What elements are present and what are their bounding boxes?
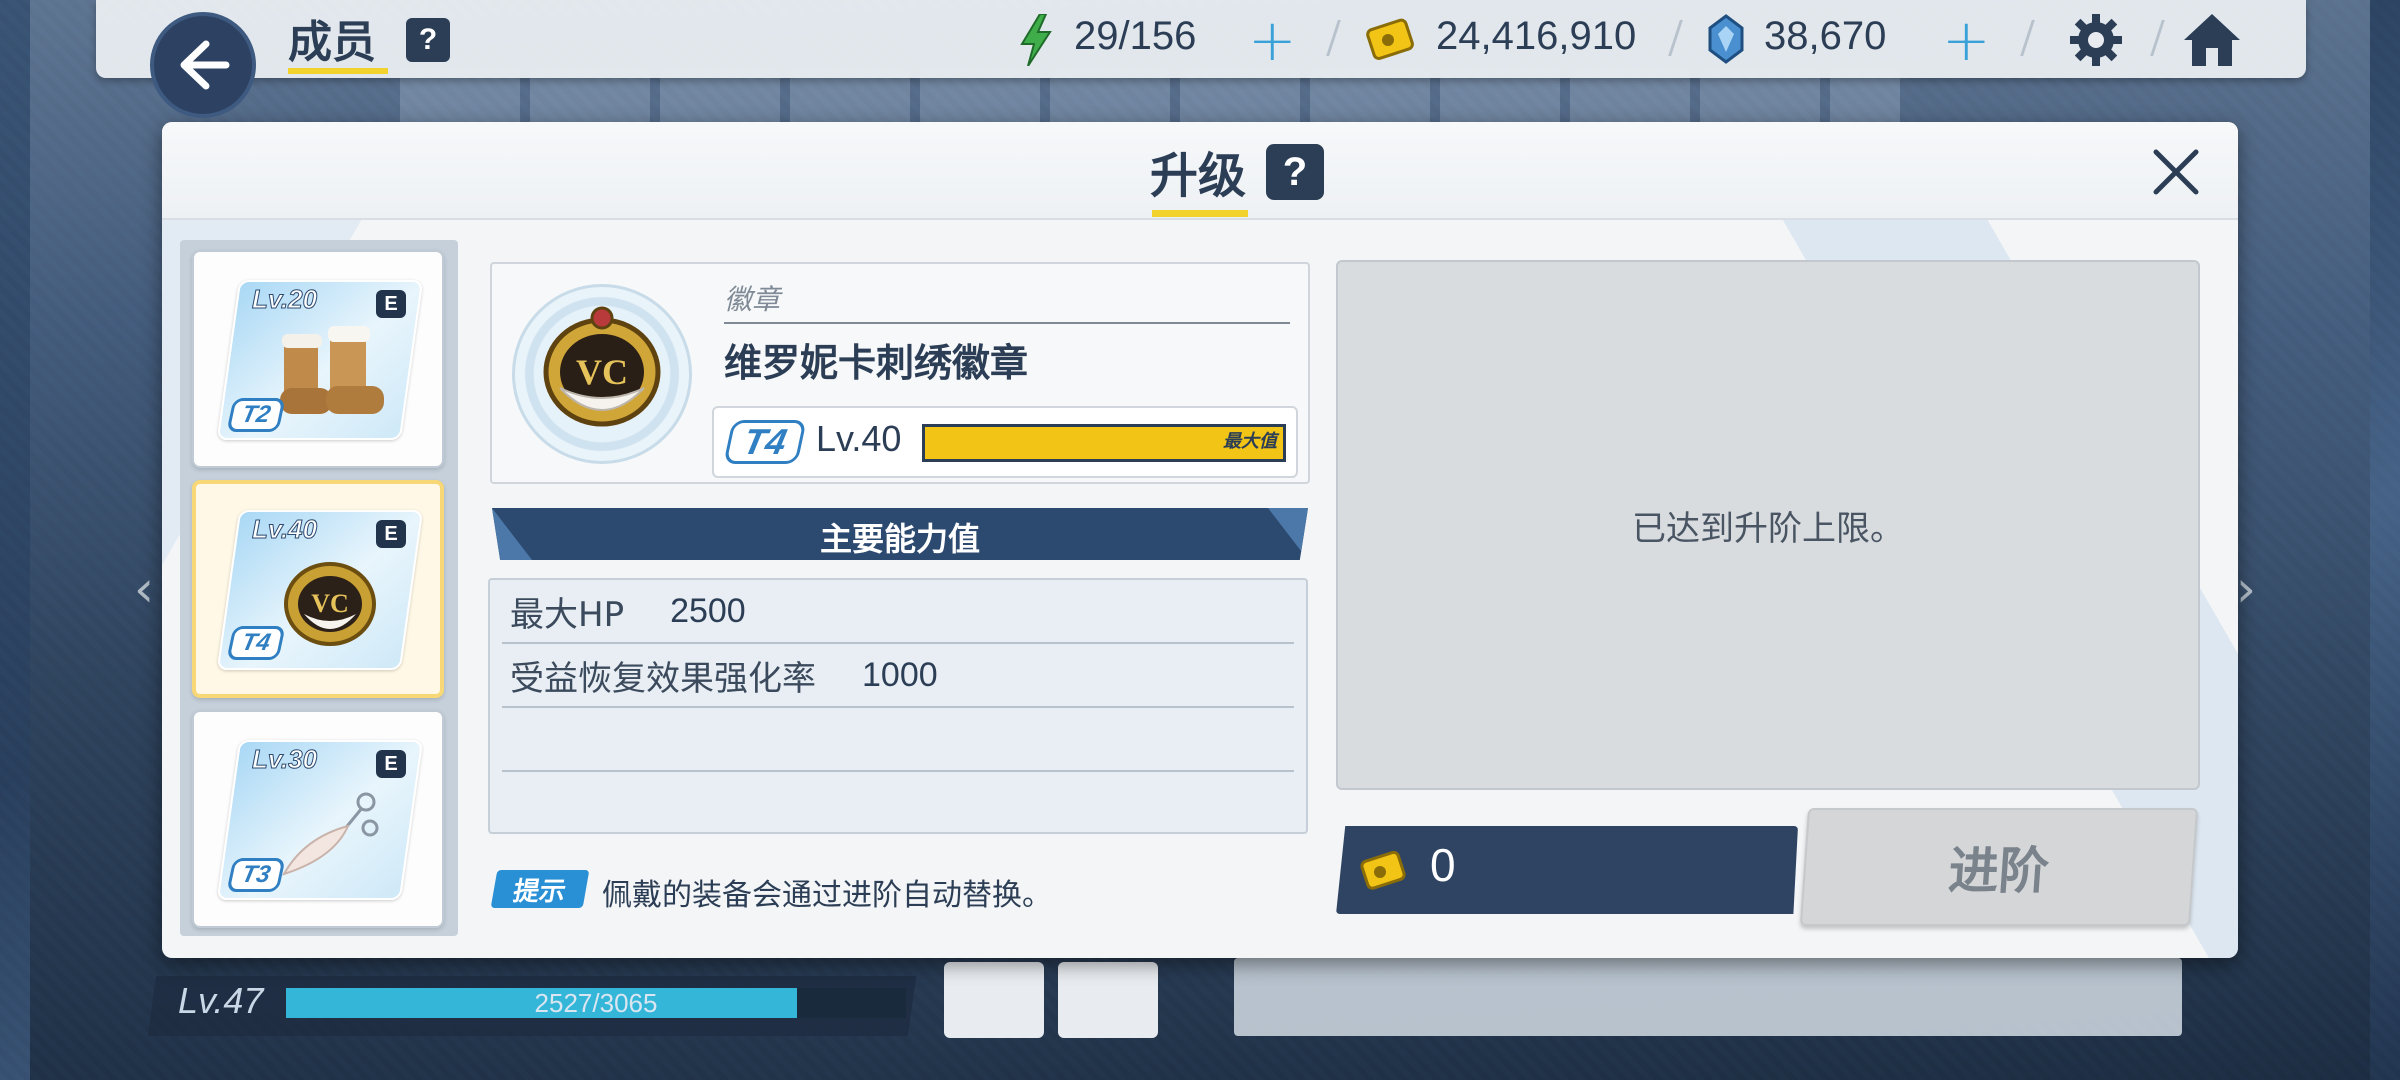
item-name: 维罗妮卡刺绣徽章: [724, 341, 1029, 385]
memo-button[interactable]: [1058, 962, 1158, 1038]
badge-icon: VC: [284, 562, 376, 646]
divider: [724, 322, 1290, 324]
next-member-arrow-icon[interactable]: ›: [2236, 560, 2256, 618]
divider: [1668, 20, 1683, 56]
advance-cost-value: 0: [1430, 839, 1456, 891]
member-level: Lv.47: [178, 980, 264, 1021]
equipment-tier: T4: [226, 626, 286, 660]
stat-name: 最大HP: [510, 594, 625, 635]
close-icon[interactable]: [2146, 142, 2206, 202]
badge-icon: VC: [543, 306, 661, 427]
equipment-list: Lv.20 E T2 Lv.40 E VC T4 Lv.30 E T3: [180, 240, 458, 936]
equipment-tier: T3: [226, 858, 286, 892]
advance-button[interactable]: 进阶: [1799, 808, 2199, 926]
stats-header: 主要能力值: [492, 508, 1308, 560]
advance-cost-box: 0: [1336, 826, 1798, 914]
equipment-slot-boots[interactable]: Lv.20 E T2: [192, 250, 444, 468]
stats-title: 主要能力值: [819, 520, 980, 558]
stat-value: 1000: [862, 655, 938, 694]
feather-charm-icon: [281, 792, 379, 876]
gem-plus-button[interactable]: +: [1942, 10, 1991, 70]
item-category: 徽章: [724, 283, 781, 316]
equipment-slot-charm[interactable]: Lv.30 E T3: [192, 710, 444, 928]
stat-row: 最大HP 2500: [502, 580, 1294, 644]
equipment-level: Lv.20: [251, 284, 318, 315]
svg-text:VC: VC: [311, 589, 349, 618]
svg-text:VC: VC: [576, 352, 628, 392]
upgrade-dialog: 升级 ? Lv.20 E T2 Lv.40 E VC T4 Lv.30 E T3…: [162, 122, 2238, 958]
energy-plus-button[interactable]: +: [1248, 10, 1297, 70]
home-icon[interactable]: [2182, 10, 2242, 70]
stat-row: 受益恢复效果强化率 1000: [502, 644, 1294, 708]
equipment-level: Lv.30: [251, 744, 318, 775]
item-level-bar: 最大值: [922, 424, 1286, 462]
stat-value: 2500: [670, 591, 746, 630]
gem-value: 38,670: [1764, 14, 1887, 58]
dialog-help-button[interactable]: ?: [1266, 144, 1324, 200]
stats-table: 最大HP 2500 受益恢复效果强化率 1000: [488, 578, 1308, 834]
screen-title-underline: [288, 68, 388, 74]
item-level-box: T4 Lv.40 最大值: [712, 406, 1298, 478]
stat-name: 受益恢复效果强化率: [510, 658, 816, 699]
item-tier: T4: [723, 420, 807, 464]
advance-limit-message: 已达到升阶上限。: [1632, 508, 1904, 549]
lock-button[interactable]: [944, 962, 1044, 1038]
gold-ticket-icon: [1366, 18, 1414, 60]
back-button[interactable]: [150, 12, 256, 118]
dialog-header: 升级 ?: [162, 122, 2238, 220]
divider: [2150, 20, 2165, 56]
item-level: Lv.40: [816, 418, 902, 459]
equipment-level: Lv.40: [251, 514, 318, 545]
advance-button-label: 进阶: [1946, 842, 2051, 900]
gear-icon[interactable]: [2066, 10, 2126, 70]
equipment-grade: E: [376, 290, 406, 318]
member-exp-text: 2527/3065: [534, 988, 658, 1018]
divider: [1326, 20, 1341, 56]
prev-member-arrow-icon[interactable]: ‹: [134, 560, 154, 618]
gold-value: 24,416,910: [1436, 14, 1637, 58]
gem-icon: [1708, 14, 1744, 64]
top-bar: 成员 ? 29/156 + 24,416,910 38,670 +: [96, 0, 2306, 78]
gold-ticket-icon: [1360, 850, 1406, 890]
member-exp-bar: 2527/3065: [286, 988, 906, 1018]
title-help-button[interactable]: ?: [406, 18, 450, 62]
screen-title: 成员: [288, 17, 376, 68]
divider: [2020, 20, 2035, 56]
item-info-card: VC 徽章 维罗妮卡刺绣徽章 T4 Lv.40 最大值: [490, 262, 1310, 484]
back-arrow-icon: [180, 40, 230, 90]
stat-row: [502, 708, 1294, 772]
equipment-tier: T2: [226, 398, 286, 432]
boots-icon: [280, 326, 384, 414]
equipment-summary-panel: [1234, 958, 2182, 1036]
dialog-title-underline: [1152, 210, 1248, 217]
hint-text: 佩戴的装备会通过进阶自动替换。: [602, 878, 1052, 913]
hint-badge: 提示: [490, 870, 590, 908]
dialog-title: 升级: [1150, 148, 1247, 204]
energy-value: 29/156: [1074, 14, 1197, 58]
advance-result-panel: 已达到升阶上限。: [1336, 260, 2200, 790]
equipment-grade: E: [376, 750, 406, 778]
equipment-slot-badge[interactable]: Lv.40 E VC T4: [192, 480, 444, 698]
energy-icon: [1020, 14, 1052, 66]
max-level-label: 最大值: [1223, 431, 1277, 452]
